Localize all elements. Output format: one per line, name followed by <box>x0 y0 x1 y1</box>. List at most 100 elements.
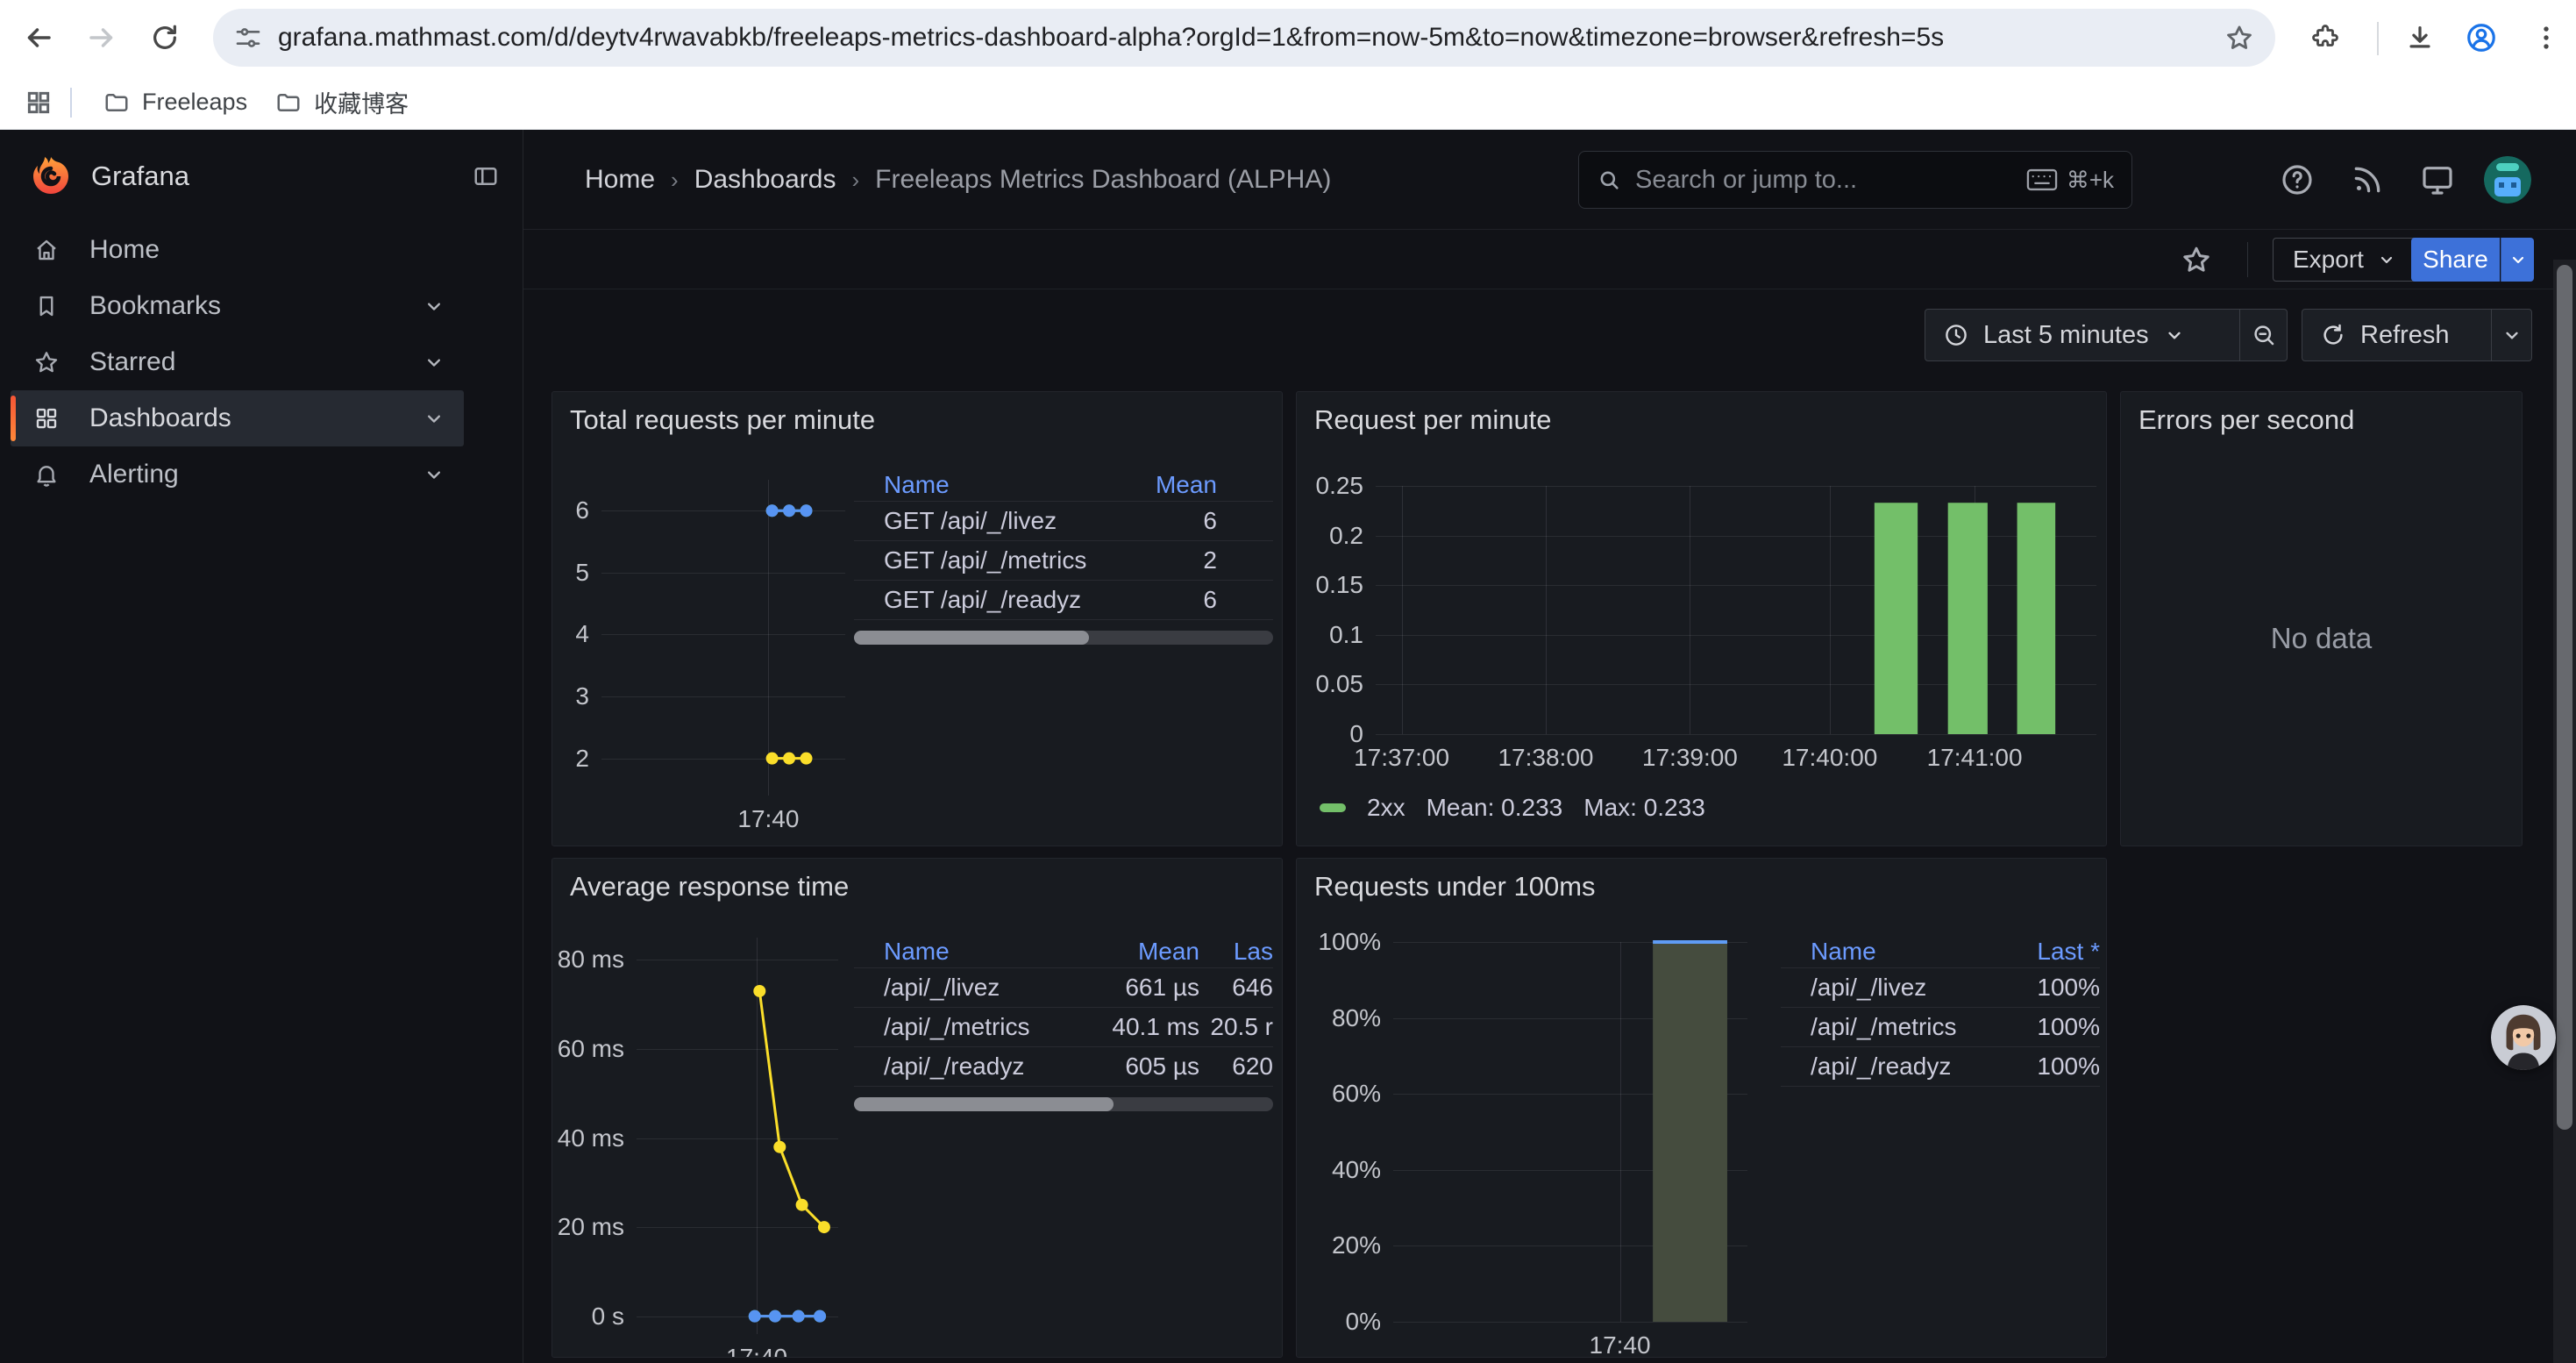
grafana-app: Grafana HomeBookmarksStarredDashboardsAl… <box>0 130 2576 1363</box>
legend-series-name[interactable]: /api/_/metrics <box>884 1013 1080 1041</box>
grafana-logo-icon[interactable] <box>30 155 72 197</box>
legend-header-last-[interactable]: Last * <box>2003 938 2100 966</box>
share-button[interactable]: Share <box>2411 238 2500 282</box>
legend-series-name[interactable]: /api/_/livez <box>884 974 1080 1002</box>
user-avatar[interactable] <box>2484 156 2531 203</box>
legend-table: NameMeanLas/api/_/livez661 µs646/api/_/m… <box>854 936 1273 1111</box>
kebab-menu-icon[interactable] <box>2527 18 2565 57</box>
bookmark-folder-blogs[interactable]: 收藏博客 <box>261 78 423 126</box>
sidebar-item-alerting[interactable]: Alerting <box>11 446 464 503</box>
chevron-down-icon[interactable] <box>422 294 446 318</box>
legend-row: /api/_/readyz100% <box>1781 1046 2100 1086</box>
legend-header-mean[interactable]: Mean <box>1080 938 1199 966</box>
sidebar-item-home[interactable]: Home <box>11 222 464 278</box>
sidebar-item-starred[interactable]: Starred <box>11 334 464 390</box>
search-box[interactable]: ⌘+k <box>1578 151 2132 209</box>
chart-series <box>637 938 838 1334</box>
gridline <box>1393 1322 1747 1323</box>
refresh-icon <box>2320 322 2346 348</box>
search-icon <box>1597 168 1621 192</box>
monitor-icon[interactable] <box>2414 156 2461 203</box>
legend-end-line <box>1781 1086 2100 1087</box>
legend-value: 605 µs <box>1080 1053 1199 1081</box>
legend-header-name[interactable]: Name <box>884 938 1080 966</box>
bookmark-star-icon[interactable] <box>2224 23 2254 53</box>
refresh-button[interactable]: Refresh <box>2302 310 2491 360</box>
bookmarks-bar: Freeleaps 收藏博客 <box>0 75 2576 130</box>
request-per-minute-chart[interactable]: 0.250.20.150.10.05017:37:0017:38:0017:39… <box>1297 392 2106 846</box>
chevron-down-icon[interactable] <box>422 462 446 487</box>
legend-hscrollbar[interactable] <box>854 631 1273 645</box>
legend-header-name[interactable]: Name <box>1811 938 2003 966</box>
brand-name[interactable]: Grafana <box>91 161 189 192</box>
refresh-interval-dropdown[interactable] <box>2491 310 2531 360</box>
breadcrumb-item[interactable]: Home <box>585 165 655 195</box>
chevron-down-icon[interactable] <box>422 406 446 431</box>
legend-series-name[interactable]: GET /api/_/readyz <box>884 586 1133 614</box>
scrollbar-thumb[interactable] <box>2557 265 2572 1130</box>
legend-series-name[interactable]: GET /api/_/metrics <box>884 546 1133 574</box>
breadcrumb-item[interactable]: Dashboards <box>694 165 836 195</box>
legend-header-row: NameMeanLas <box>854 936 1273 967</box>
y-axis-label: 4 <box>552 619 589 649</box>
search-input[interactable] <box>1635 166 2012 195</box>
search-shortcut: ⌘+k <box>2026 167 2114 194</box>
bookmark-folder-freeleaps[interactable]: Freeleaps <box>89 82 261 123</box>
legend-series-name[interactable]: 2xx <box>1367 794 1405 822</box>
site-controls-icon[interactable] <box>234 24 262 52</box>
legend-series-name[interactable]: /api/_/readyz <box>884 1053 1080 1081</box>
panel-requests-under-100ms: Requests under 100ms 100%80%60%40%20%0%1… <box>1296 858 2107 1358</box>
legend-stat-max: Max: 0.233 <box>1583 794 1705 822</box>
scrollbar-thumb[interactable] <box>854 1097 1114 1111</box>
rss-icon[interactable] <box>2344 156 2391 203</box>
sidebar-item-dashboards[interactable]: Dashboards <box>11 390 464 446</box>
legend-value: 6 <box>1133 586 1217 614</box>
x-axis-label: 17:38:00 <box>1471 743 1620 773</box>
legend-series-name[interactable]: /api/_/readyz <box>1811 1053 2003 1081</box>
sidebar-item-label: Starred <box>89 347 175 377</box>
panel-title[interactable]: Errors per second <box>2138 404 2354 436</box>
favorite-star-icon[interactable] <box>2175 239 2217 281</box>
legend-end-line <box>854 619 1273 620</box>
legend-header-name[interactable]: Name <box>884 471 1133 499</box>
sidebar-item-bookmarks[interactable]: Bookmarks <box>11 278 464 334</box>
assistant-avatar[interactable] <box>2491 1005 2556 1070</box>
y-axis-label: 3 <box>552 682 589 711</box>
breadcrumb-separator: › <box>671 167 679 194</box>
extensions-puzzle-icon[interactable] <box>2306 18 2345 57</box>
download-icon[interactable] <box>2401 18 2439 57</box>
legend-swatch <box>1320 803 1346 812</box>
forward-arrow-icon[interactable] <box>82 18 121 57</box>
legend-hscrollbar[interactable] <box>854 1097 1273 1111</box>
url-input[interactable] <box>278 23 2209 53</box>
reload-icon[interactable] <box>146 18 184 57</box>
omnibox[interactable] <box>213 9 2275 67</box>
back-arrow-icon[interactable] <box>19 18 58 57</box>
dashboard-actions-bar: Export Share <box>523 230 2576 289</box>
scrollbar-thumb[interactable] <box>854 631 1089 645</box>
time-range-button[interactable]: Last 5 minutes <box>1925 310 2239 360</box>
legend-row: /api/_/readyz605 µs620 <box>854 1046 1273 1086</box>
bell-icon <box>33 461 60 488</box>
clock-icon <box>1943 322 1969 348</box>
help-icon[interactable] <box>2274 156 2321 203</box>
profile-icon[interactable] <box>2462 18 2501 57</box>
time-range-picker: Last 5 minutes <box>1925 309 2288 361</box>
legend-header-mean[interactable]: Mean <box>1133 471 1217 499</box>
requests-under-100ms-chart[interactable]: 100%80%60%40%20%0%17:40 <box>1297 859 2106 1357</box>
export-button[interactable]: Export <box>2273 238 2417 282</box>
breadcrumb-item: Freeleaps Metrics Dashboard (ALPHA) <box>875 165 1331 195</box>
sidebar-collapse-icon[interactable] <box>466 157 505 196</box>
legend-series-name[interactable]: /api/_/metrics <box>1811 1013 2003 1041</box>
legend-header-las[interactable]: Las <box>1199 938 1273 966</box>
legend-header-row: NameLast * <box>1781 936 2100 967</box>
vertical-scrollbar[interactable] <box>2553 260 2576 1363</box>
zoom-out-button[interactable] <box>2239 310 2287 360</box>
legend-series-name[interactable]: GET /api/_/livez <box>884 507 1133 535</box>
share-dropdown-button[interactable] <box>2501 238 2534 282</box>
y-axis-label: 40 ms <box>552 1124 624 1153</box>
apps-grid-icon[interactable] <box>25 89 53 117</box>
legend-row: /api/_/metrics40.1 ms20.5 r <box>854 1007 1273 1046</box>
chevron-down-icon[interactable] <box>422 350 446 375</box>
legend-series-name[interactable]: /api/_/livez <box>1811 974 2003 1002</box>
